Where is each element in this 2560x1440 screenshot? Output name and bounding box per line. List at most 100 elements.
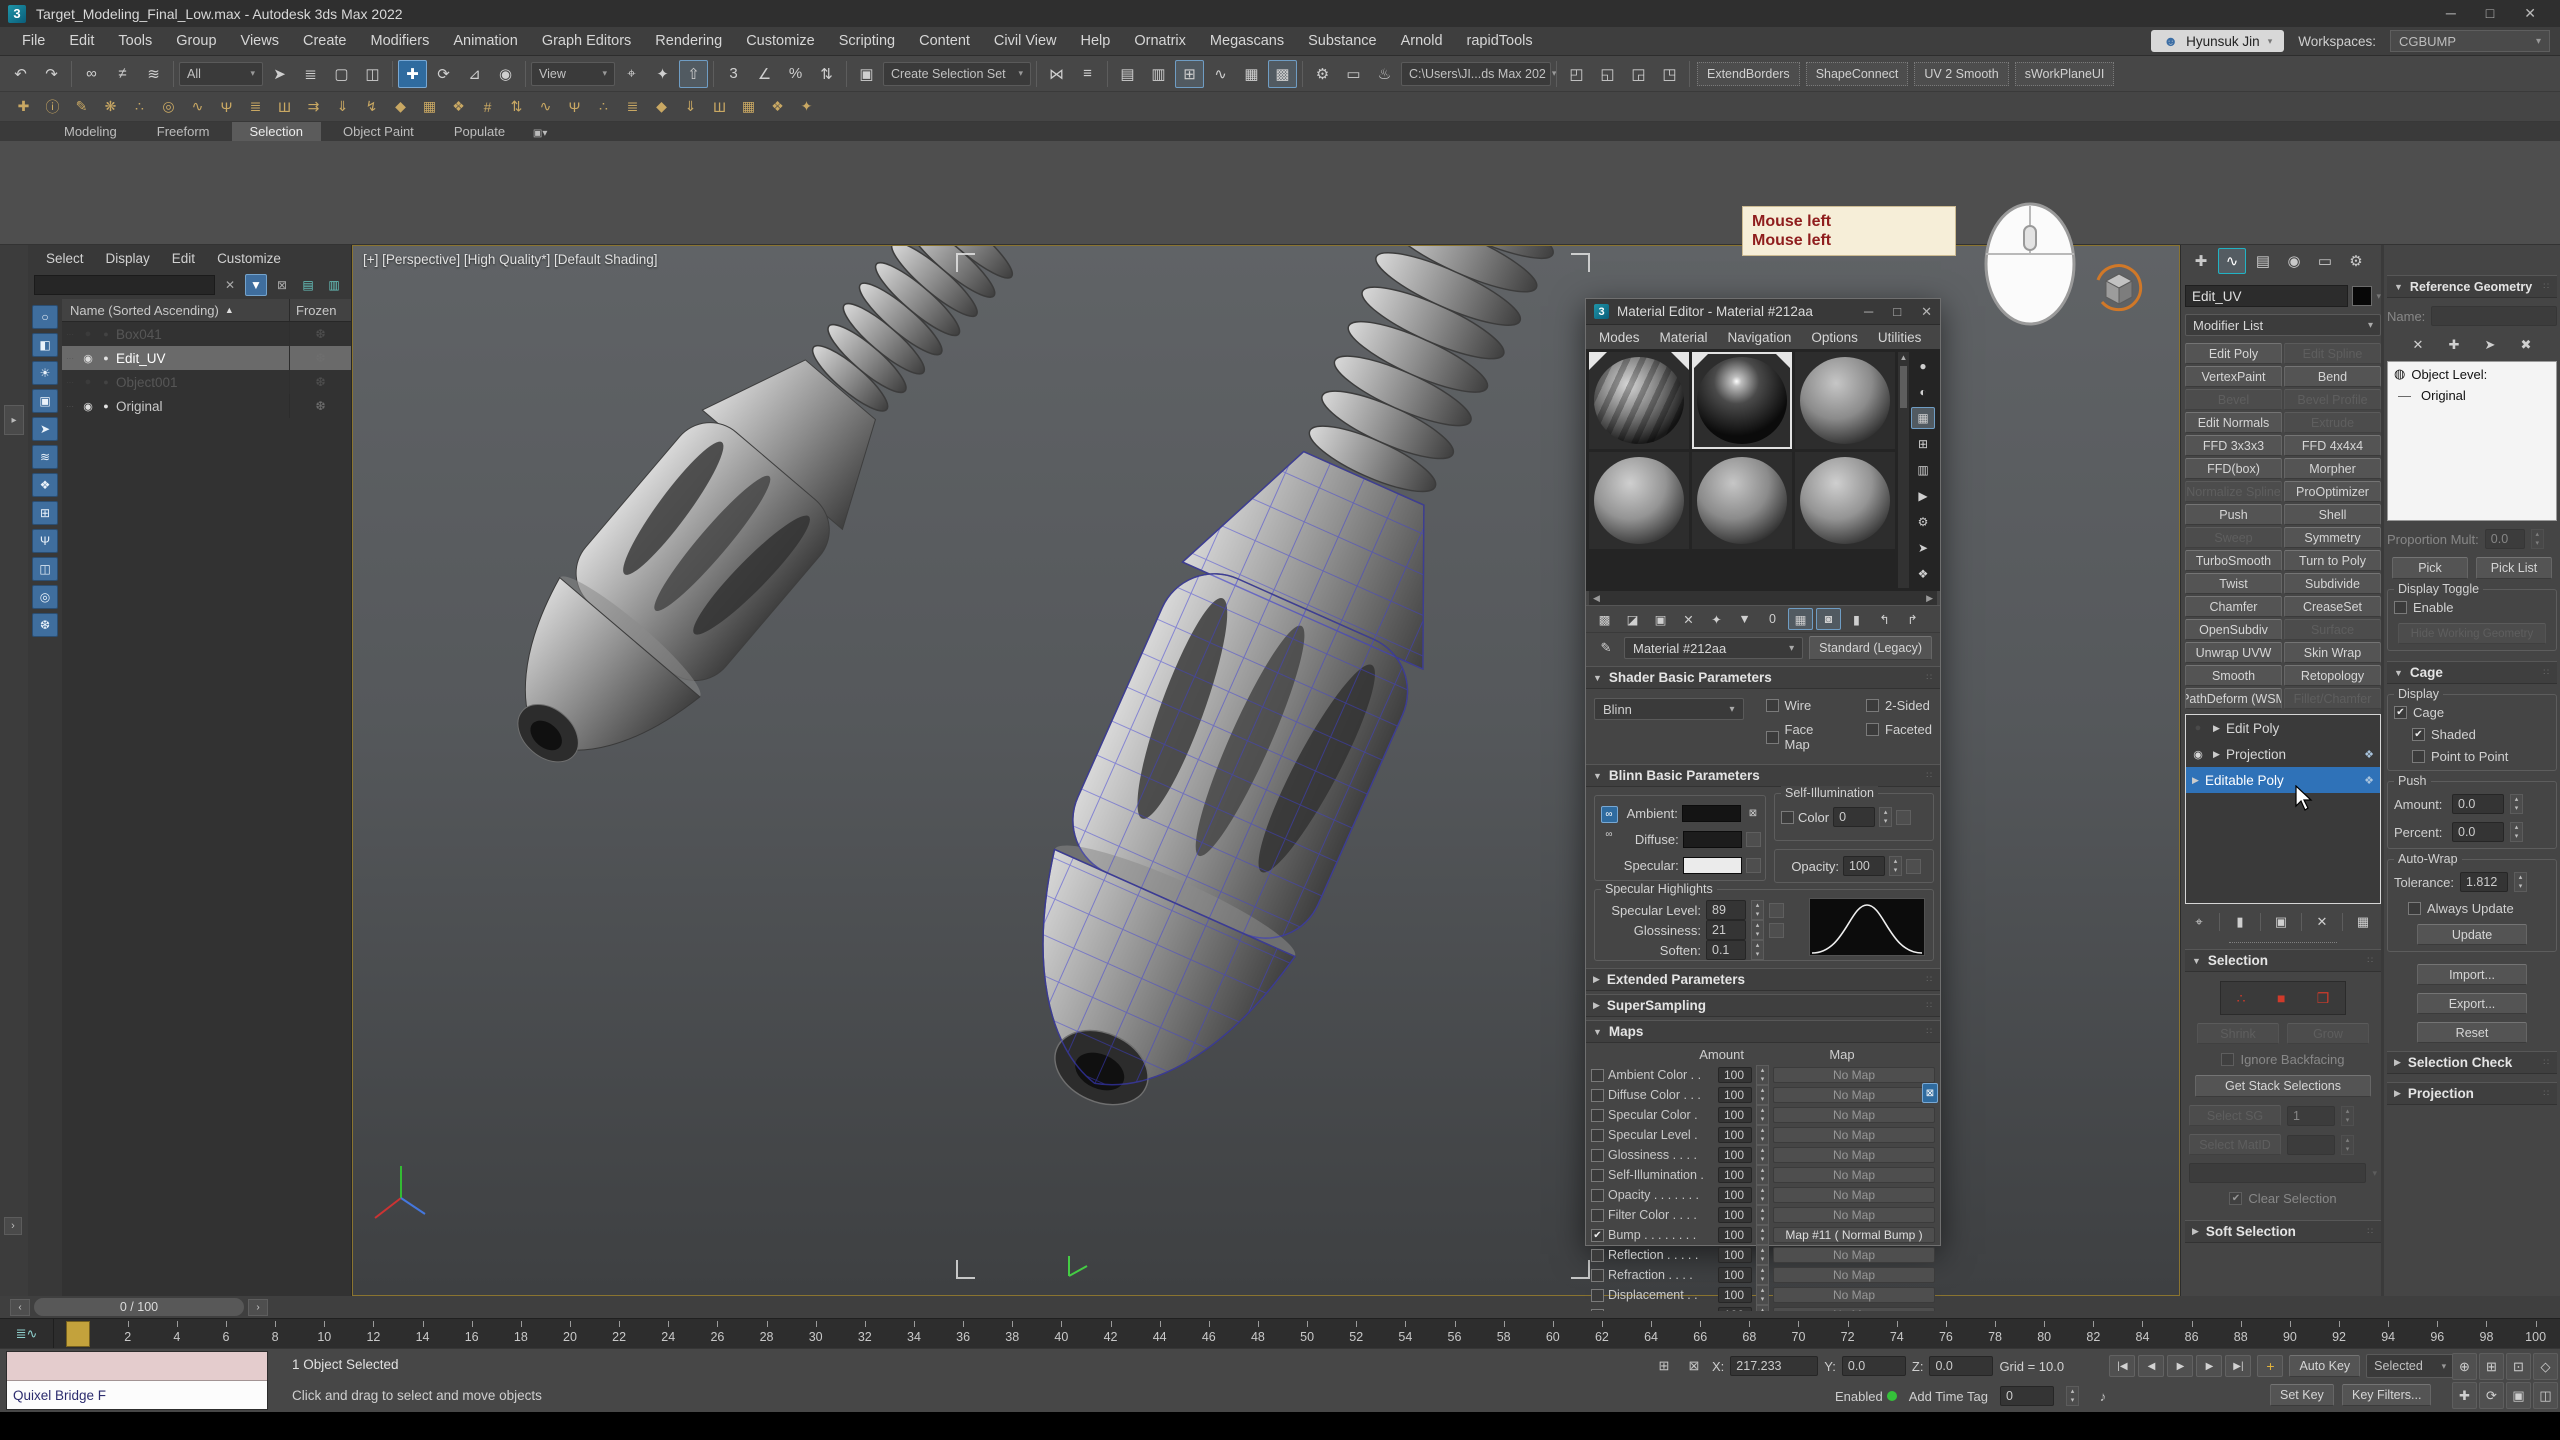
maps-lock-icon[interactable]: ⊠ — [1922, 1083, 1938, 1103]
timeline-frame-44[interactable]: 44 — [1135, 1319, 1184, 1348]
update-button[interactable]: Update — [2417, 924, 2527, 945]
ignore-backfacing-checkbox[interactable] — [2221, 1053, 2234, 1066]
timeline-frame-30[interactable]: 30 — [791, 1319, 840, 1348]
expand-caret-icon[interactable]: ▶ — [2210, 723, 2223, 734]
ornatrix-tool-28-icon[interactable]: ✦ — [793, 94, 820, 120]
push-amount-spinner[interactable]: ▴▾ — [2510, 794, 2523, 814]
uv-2-smooth-button[interactable]: UV 2 Smooth — [1914, 62, 2008, 86]
timeline-frame-54[interactable]: 54 — [1381, 1319, 1430, 1348]
use-pivot-point-center-icon[interactable]: ⌖ — [617, 60, 646, 88]
menu-substance[interactable]: Substance — [1296, 29, 1389, 53]
current-frame-field[interactable]: 0 — [2000, 1386, 2054, 1406]
timeline-frame-58[interactable]: 58 — [1479, 1319, 1528, 1348]
diffuse-color-swatch[interactable] — [1683, 831, 1743, 848]
panel-tab-modify[interactable]: ∿ — [2218, 248, 2246, 274]
rollout-cage[interactable]: ▼Cage∷ — [2387, 661, 2557, 684]
map-slot-button[interactable]: No Map — [1773, 1127, 1935, 1143]
previous-frame-button[interactable]: ◀ — [2138, 1355, 2164, 1377]
modifier-button-edit-spline[interactable]: Edit Spline — [2284, 343, 2381, 364]
scene-script-icon[interactable]: ◲ — [1624, 60, 1653, 88]
map-amount-field[interactable]: 100 — [1718, 1167, 1752, 1183]
snaps-toggle-3d-icon[interactable]: 3 — [719, 60, 748, 88]
ref-pick-icon[interactable]: ➤ — [2478, 334, 2502, 355]
frozen-column-header[interactable]: Frozen — [289, 299, 351, 321]
select-sg-button[interactable]: Select SG — [2189, 1105, 2281, 1126]
eye-hidden-icon[interactable]: ● — [2189, 722, 2207, 734]
soften-spinner[interactable]: ▴▾ — [1751, 940, 1764, 960]
current-frame-display[interactable]: 0 / 100 — [34, 1298, 244, 1316]
glossiness-map-button[interactable] — [1769, 923, 1784, 938]
ribbon-tab-populate[interactable]: Populate — [436, 122, 523, 141]
timeline-frame-48[interactable]: 48 — [1233, 1319, 1282, 1348]
explorer-menu-edit[interactable]: Edit — [162, 249, 205, 268]
map-amount-field[interactable]: 100 — [1718, 1227, 1752, 1243]
configure-modifier-sets-icon[interactable]: ▦ — [2351, 911, 2375, 932]
enable-checkbox[interactable] — [2394, 601, 2407, 614]
panel-tab-create[interactable]: ✚ — [2187, 248, 2215, 274]
go-forward-to-sibling-icon[interactable]: ↱ — [1900, 608, 1925, 630]
timeline-frame-14[interactable]: 14 — [398, 1319, 447, 1348]
pin-stack-icon[interactable]: ⌖ — [2187, 911, 2211, 932]
select-matid-button[interactable]: Select MatID — [2189, 1134, 2281, 1155]
map-amount-field[interactable]: 100 — [1718, 1187, 1752, 1203]
modifier-button-push[interactable]: Push — [2185, 504, 2282, 525]
modifier-button-vertexpaint[interactable]: VertexPaint — [2185, 366, 2282, 387]
modifier-button-skin-wrap[interactable]: Skin Wrap — [2284, 642, 2381, 663]
name-column-header[interactable]: Name (Sorted Ascending) ▲ — [62, 303, 289, 318]
model-original[interactable] — [463, 246, 1047, 811]
eye-hidden-icon[interactable]: ● — [78, 328, 98, 340]
expand-caret-icon[interactable]: ▶ — [2189, 775, 2202, 786]
stack-item-projection[interactable]: ◉▶Projection❖ — [2186, 741, 2380, 767]
extendborders-button[interactable]: ExtendBorders — [1697, 62, 1800, 86]
rollout-maps[interactable]: ▼Maps∷ — [1586, 1020, 1940, 1043]
eye-visible-icon[interactable]: ◉ — [78, 352, 98, 365]
modifier-button-prooptimizer[interactable]: ProOptimizer — [2284, 481, 2381, 502]
material-editor-menu-navigation[interactable]: Navigation — [1719, 328, 1801, 347]
curve-editor-icon[interactable]: ∿ — [1206, 60, 1235, 88]
timeline[interactable]: ≣∿ 0246810121416182022242628303234363840… — [0, 1318, 2560, 1348]
select-and-scale-icon[interactable]: ⊿ — [460, 60, 489, 88]
map-amount-spinner[interactable]: ▴▾ — [1756, 1205, 1769, 1225]
ornatrix-tool-24-icon[interactable]: ⇓ — [677, 94, 704, 120]
expand-caret-icon[interactable]: ▶ — [2210, 749, 2223, 760]
push-percent-spinner[interactable]: ▴▾ — [2510, 822, 2523, 842]
timeline-frame-34[interactable]: 34 — [889, 1319, 938, 1348]
material-sample-slot-2[interactable] — [1692, 352, 1792, 449]
menu-create[interactable]: Create — [291, 29, 359, 53]
timeline-frame-60[interactable]: 60 — [1528, 1319, 1577, 1348]
map-enable-checkbox[interactable] — [1591, 1069, 1604, 1082]
stack-item-edit-poly[interactable]: ●▶Edit Poly — [2186, 715, 2380, 741]
render-toggle-icon[interactable]: ● — [98, 377, 114, 387]
rollout-selection-check[interactable]: ▶Selection Check∷ — [2387, 1051, 2557, 1074]
map-amount-field[interactable]: 100 — [1718, 1087, 1752, 1103]
material-type-button[interactable]: Standard (Legacy) — [1809, 636, 1932, 660]
rendered-frame-window-icon[interactable]: ▭ — [1339, 60, 1368, 88]
eye-visible-icon[interactable]: ◉ — [2189, 748, 2207, 761]
list-item[interactable]: ···◉●Edit_UV❆ — [62, 346, 351, 370]
map-enable-checkbox[interactable] — [1591, 1149, 1604, 1162]
ribbon-tab-selection[interactable]: Selection — [232, 122, 321, 141]
rollout-shader-basic-parameters[interactable]: ▼Shader Basic Parameters∷ — [1586, 666, 1940, 689]
frozen-toggle-icon[interactable]: ❆ — [289, 370, 351, 394]
map-slot-button[interactable]: No Map — [1773, 1087, 1935, 1103]
timeline-playhead[interactable] — [66, 1321, 90, 1347]
collapse-hierarchy-icon[interactable]: ▥ — [323, 274, 345, 296]
map-enable-checkbox[interactable] — [1591, 1169, 1604, 1182]
mirror-icon[interactable]: ⋈ — [1042, 60, 1071, 88]
timeline-frame-100[interactable]: 100 — [2511, 1319, 2560, 1348]
modifier-button-fillet-chamfer[interactable]: Fillet/Chamfer — [2284, 688, 2381, 709]
proportion-spinner[interactable]: ▴▾ — [2531, 529, 2544, 549]
y-coordinate-field[interactable]: 0.0 — [1842, 1356, 1906, 1376]
shapeconnect-button[interactable]: ShapeConnect — [1806, 62, 1909, 86]
menu-content[interactable]: Content — [907, 29, 982, 53]
play-button[interactable]: ▶ — [2167, 1355, 2193, 1377]
vertex-selection-icon[interactable]: ∴ — [2237, 990, 2246, 1007]
close-button[interactable]: ✕ — [2524, 5, 2536, 22]
ornatrix-tool-9-icon[interactable]: ≣ — [242, 94, 269, 120]
render-production-icon[interactable]: ♨ — [1370, 60, 1399, 88]
menu-group[interactable]: Group — [164, 29, 228, 53]
percent-snap-toggle-icon[interactable]: % — [781, 60, 810, 88]
map-enable-checkbox[interactable] — [1591, 1249, 1604, 1262]
modifier-button-retopology[interactable]: Retopology — [2284, 665, 2381, 686]
timeline-frame-56[interactable]: 56 — [1430, 1319, 1479, 1348]
